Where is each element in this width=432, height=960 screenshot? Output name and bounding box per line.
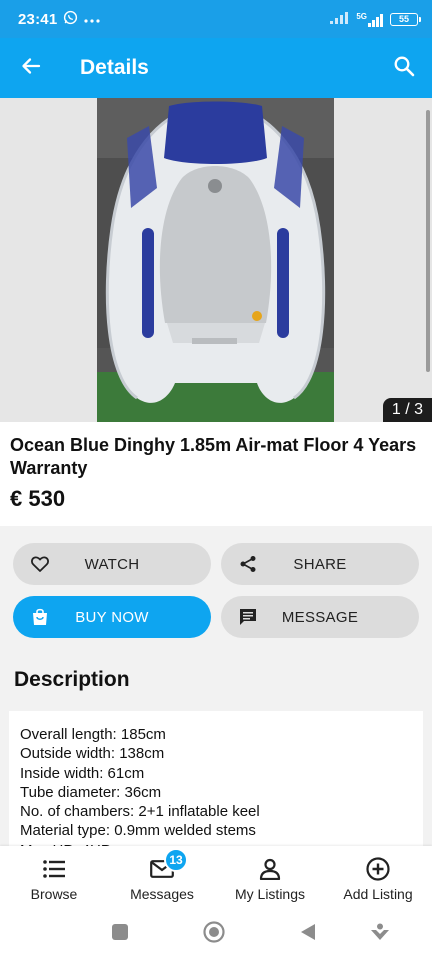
messages-badge: 13 <box>164 848 188 872</box>
back-button[interactable] <box>0 38 62 98</box>
battery-icon: 55 <box>390 12 421 26</box>
description-line: No. of chambers: 2+1 inflatable keel <box>20 803 260 821</box>
share-label: SHARE <box>293 555 347 573</box>
nav-browse[interactable]: Browse <box>0 846 108 908</box>
bottom-navigation: Browse 13 Messages My Listings Add Listi… <box>0 846 432 908</box>
home-button[interactable] <box>194 908 234 960</box>
whatsapp-icon <box>63 10 78 29</box>
message-button[interactable]: MESSAGE <box>221 596 419 638</box>
nav-messages[interactable]: 13 Messages <box>108 846 216 908</box>
page-title: Details <box>80 56 149 79</box>
signal-icon <box>330 11 350 28</box>
status-time: 23:41 <box>18 10 58 28</box>
description-line: Tube diameter: 36cm <box>20 783 162 801</box>
nav-messages-label: Messages <box>130 886 194 902</box>
mail-icon: 13 <box>150 848 188 882</box>
add-circle-icon <box>366 856 390 882</box>
share-icon <box>221 555 275 573</box>
search-button[interactable] <box>376 38 432 98</box>
system-navigation <box>0 908 432 960</box>
assistant-button[interactable] <box>360 908 400 960</box>
description-line: Outside width: 138cm <box>20 745 165 763</box>
network-type: 5G <box>356 11 367 21</box>
share-button[interactable]: SHARE <box>221 543 419 585</box>
description-card: Overall length: 185cm Outside width: 138… <box>9 711 423 851</box>
listing-title: Ocean Blue Dinghy 1.85m Air-mat Floor 4 … <box>10 435 417 478</box>
buy-now-label: BUY NOW <box>75 608 149 626</box>
back-system-button[interactable] <box>288 908 328 960</box>
description-line: Overall length: 185cm <box>20 726 166 743</box>
nav-add-listing[interactable]: Add Listing <box>324 846 432 908</box>
square-icon <box>112 923 128 945</box>
shopping-bag-icon <box>13 608 67 626</box>
photo-counter: 1 / 3 <box>382 398 432 422</box>
listing-photo[interactable] <box>97 98 334 422</box>
home-circle-icon <box>203 920 225 948</box>
watch-button[interactable]: WATCH <box>13 543 211 585</box>
assistant-icon <box>370 923 390 946</box>
chat-icon <box>221 608 275 626</box>
back-arrow-icon <box>21 56 41 81</box>
photo-gallery[interactable]: 1 / 3 <box>0 98 432 422</box>
battery-level: 55 <box>398 14 409 24</box>
nav-my-listings[interactable]: My Listings <box>216 846 324 908</box>
nav-add-listing-label: Add Listing <box>343 886 413 902</box>
dinghy-image <box>97 98 334 422</box>
buy-now-button[interactable]: BUY NOW <box>13 596 211 638</box>
nav-browse-label: Browse <box>30 886 78 902</box>
description-line: Inside width: 61cm <box>20 764 145 782</box>
listing-price: € 530 <box>10 486 66 511</box>
listing-info: Ocean Blue Dinghy 1.85m Air-mat Floor 4 … <box>0 422 432 526</box>
scrollbar[interactable] <box>426 110 430 372</box>
watch-label: WATCH <box>84 555 140 573</box>
nav-my-listings-label: My Listings <box>234 886 306 902</box>
list-icon <box>43 856 65 882</box>
search-icon <box>393 55 415 82</box>
heart-icon <box>13 556 67 572</box>
description-line: Material type: 0.9mm welded stems <box>20 822 256 840</box>
description-heading: Description <box>14 668 130 691</box>
person-icon <box>259 856 281 882</box>
network-signal-icon: 5G <box>356 12 384 27</box>
app-bar: Details <box>0 38 432 98</box>
back-triangle-icon <box>300 923 316 946</box>
more-dots-icon <box>84 11 100 28</box>
recents-button[interactable] <box>100 908 140 960</box>
message-label: MESSAGE <box>281 608 359 626</box>
status-bar: 23:41 5G 55 <box>0 0 432 38</box>
